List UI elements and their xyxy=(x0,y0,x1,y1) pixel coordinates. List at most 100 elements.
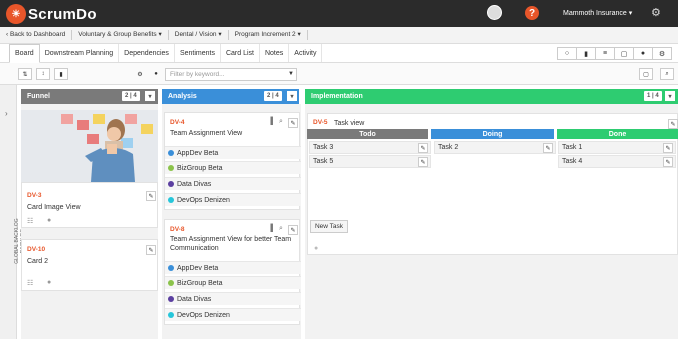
new-task-button[interactable]: New Task xyxy=(310,220,348,233)
pencil-icon[interactable]: ✎ xyxy=(146,245,156,255)
breadcrumb-workspace[interactable]: Voluntary & Group Benefits ▾ xyxy=(72,30,169,40)
board-toolbar: ⇅ ↕ ▮ ⚙ ● Filter by keyword... ▼ ▢ ⌕ xyxy=(0,63,678,85)
comment-icon[interactable]: ● xyxy=(47,217,51,224)
pencil-icon[interactable]: ✎ xyxy=(663,143,673,153)
team-bizgroup-beta: BizGroup Beta xyxy=(165,276,301,289)
task-item[interactable]: Task 1 ✎ xyxy=(558,141,676,154)
team-name: AppDev Beta xyxy=(177,149,219,157)
pencil-icon[interactable]: ✎ xyxy=(663,157,673,167)
search-icon[interactable]: ⌕ xyxy=(279,225,283,233)
collapse-icon[interactable]: ⇅ xyxy=(18,68,32,80)
tab-notes[interactable]: Notes xyxy=(260,44,290,62)
task-label: Task 1 xyxy=(562,144,583,151)
user-avatar[interactable] xyxy=(487,5,502,20)
tab-board[interactable]: Board xyxy=(9,44,40,63)
card-id[interactable]: DV-5 xyxy=(313,119,327,126)
settings-icon[interactable]: ⚙ xyxy=(652,47,672,60)
bar-chart-icon[interactable]: ▐ xyxy=(268,118,273,125)
column-header-implementation: Implementation 1 | 4 ▾ xyxy=(305,89,678,104)
task-column-doing: Doing xyxy=(431,129,554,139)
team-icon xyxy=(168,165,174,171)
filter-input[interactable]: Filter by keyword... xyxy=(165,68,297,81)
card-id[interactable]: DV-4 xyxy=(170,119,184,126)
chevron-down-icon[interactable]: ▾ xyxy=(287,91,297,101)
card-id[interactable]: DV-3 xyxy=(27,192,41,199)
clipboard-icon[interactable]: ☷ xyxy=(27,279,33,287)
pencil-icon[interactable]: ✎ xyxy=(543,143,553,153)
chevron-right-icon[interactable]: › xyxy=(5,109,8,118)
team-icon xyxy=(168,197,174,203)
chevron-down-icon[interactable]: ▾ xyxy=(145,91,155,101)
print-icon[interactable]: ▢ xyxy=(639,68,653,80)
bar-chart-icon[interactable]: ▐ xyxy=(268,225,273,232)
info-icon[interactable]: ● xyxy=(633,47,653,60)
pencil-icon[interactable]: ✎ xyxy=(288,118,298,128)
team-devops-denizen: DevOps Denizen xyxy=(165,193,301,206)
team-data-divas: Data Divas xyxy=(165,292,301,305)
task-item[interactable]: Task 3 ✎ xyxy=(309,141,431,154)
team-name: Data Divas xyxy=(177,180,212,188)
tab-activity[interactable]: Activity xyxy=(289,44,323,62)
card-dv-4[interactable]: DV-4 ▐ ⌕ ✎ Team Assignment View AppDev B… xyxy=(164,112,301,210)
sort-icon[interactable]: ↕ xyxy=(36,68,50,80)
task-column-done: Done xyxy=(557,129,678,139)
pencil-icon[interactable]: ✎ xyxy=(418,157,428,167)
clipboard-icon[interactable]: ☷ xyxy=(27,217,33,225)
comment-icon[interactable]: ● xyxy=(314,245,318,252)
logo-mark-icon: ☀ xyxy=(6,4,26,24)
breadcrumb-project[interactable]: Dental / Vision ▾ xyxy=(169,30,229,40)
list-icon[interactable]: ≡ xyxy=(595,47,615,60)
help-icon[interactable]: ? xyxy=(525,6,539,20)
scrumdo-logo[interactable]: ☀ ScrumDo xyxy=(6,4,97,24)
layout-icon[interactable]: ▢ xyxy=(614,47,634,60)
chevron-down-icon[interactable]: ▾ xyxy=(665,91,675,101)
card-title: Task view xyxy=(334,120,365,127)
breadcrumb-increment[interactable]: Program Increment 2 ▾ xyxy=(229,30,308,40)
team-name: DevOps Denizen xyxy=(177,311,230,319)
gear-icon[interactable]: ⚙ xyxy=(133,68,147,80)
card-cover-image xyxy=(21,110,158,182)
tab-downstream-planning[interactable]: Downstream Planning xyxy=(40,44,120,62)
card-dv-3[interactable]: DV-3 ✎ Card Image View ☷ ● xyxy=(21,182,158,228)
card-id[interactable]: DV-10 xyxy=(27,246,45,253)
backlog-rail[interactable]: › GLOBAL BACKLOG BACKLOG xyxy=(0,85,26,339)
bar-chart-icon[interactable]: ▮ xyxy=(576,47,596,60)
chat-icon[interactable]: ○ xyxy=(557,47,577,60)
filter-placeholder: Filter by keyword... xyxy=(170,71,225,78)
card-id[interactable]: DV-8 xyxy=(170,226,184,233)
logo-text: ScrumDo xyxy=(28,5,97,23)
pencil-icon[interactable]: ✎ xyxy=(146,191,156,201)
tab-dependencies[interactable]: Dependencies xyxy=(119,44,175,62)
task-label: Task 4 xyxy=(562,158,583,165)
task-item[interactable]: Task 4 ✎ xyxy=(558,155,676,168)
column-header-funnel: Funnel 2 | 4 ▾ xyxy=(21,89,158,104)
breadcrumb-back-to-dashboard[interactable]: ‹ Back to Dashboard xyxy=(0,30,73,40)
column-header-analysis: Analysis 2 | 4 ▾ xyxy=(162,89,299,104)
card-dv-10[interactable]: DV-10 ✎ Card 2 ☷ ● xyxy=(21,239,158,291)
funnel-icon[interactable]: ▼ xyxy=(284,68,298,80)
task-item[interactable]: Task 5 ✎ xyxy=(309,155,431,168)
search-icon[interactable]: ⌕ xyxy=(279,118,283,126)
team-icon xyxy=(168,312,174,318)
comment-icon[interactable]: ● xyxy=(47,279,51,286)
tab-card-list[interactable]: Card List xyxy=(221,44,260,62)
gear-icon[interactable]: ⚙ xyxy=(651,6,661,19)
pencil-icon[interactable]: ✎ xyxy=(288,225,298,235)
card-title: Card 2 xyxy=(27,258,49,265)
team-name: AppDev Beta xyxy=(177,264,219,272)
column-title: Analysis xyxy=(168,93,197,100)
team-name: BizGroup Beta xyxy=(177,279,223,287)
user-filter-icon[interactable]: ● xyxy=(149,68,163,80)
card-title: Team Assignment View xyxy=(170,130,243,137)
team-appdev-beta: AppDev Beta xyxy=(165,146,301,159)
org-selector[interactable]: Mammoth Insurance ▾ xyxy=(563,9,632,17)
chart-icon[interactable]: ▮ xyxy=(54,68,68,80)
search-icon[interactable]: ⌕ xyxy=(660,68,674,80)
pencil-icon[interactable]: ✎ xyxy=(418,143,428,153)
task-item[interactable]: Task 2 ✎ xyxy=(434,141,556,154)
task-label: Task 2 xyxy=(438,144,459,151)
team-appdev-beta: AppDev Beta xyxy=(165,261,301,274)
tab-sentiments[interactable]: Sentiments xyxy=(175,44,221,62)
card-dv-8[interactable]: DV-8 ▐ ⌕ ✎ Team Assignment View for bett… xyxy=(164,219,301,325)
pencil-icon[interactable]: ✎ xyxy=(668,119,678,129)
